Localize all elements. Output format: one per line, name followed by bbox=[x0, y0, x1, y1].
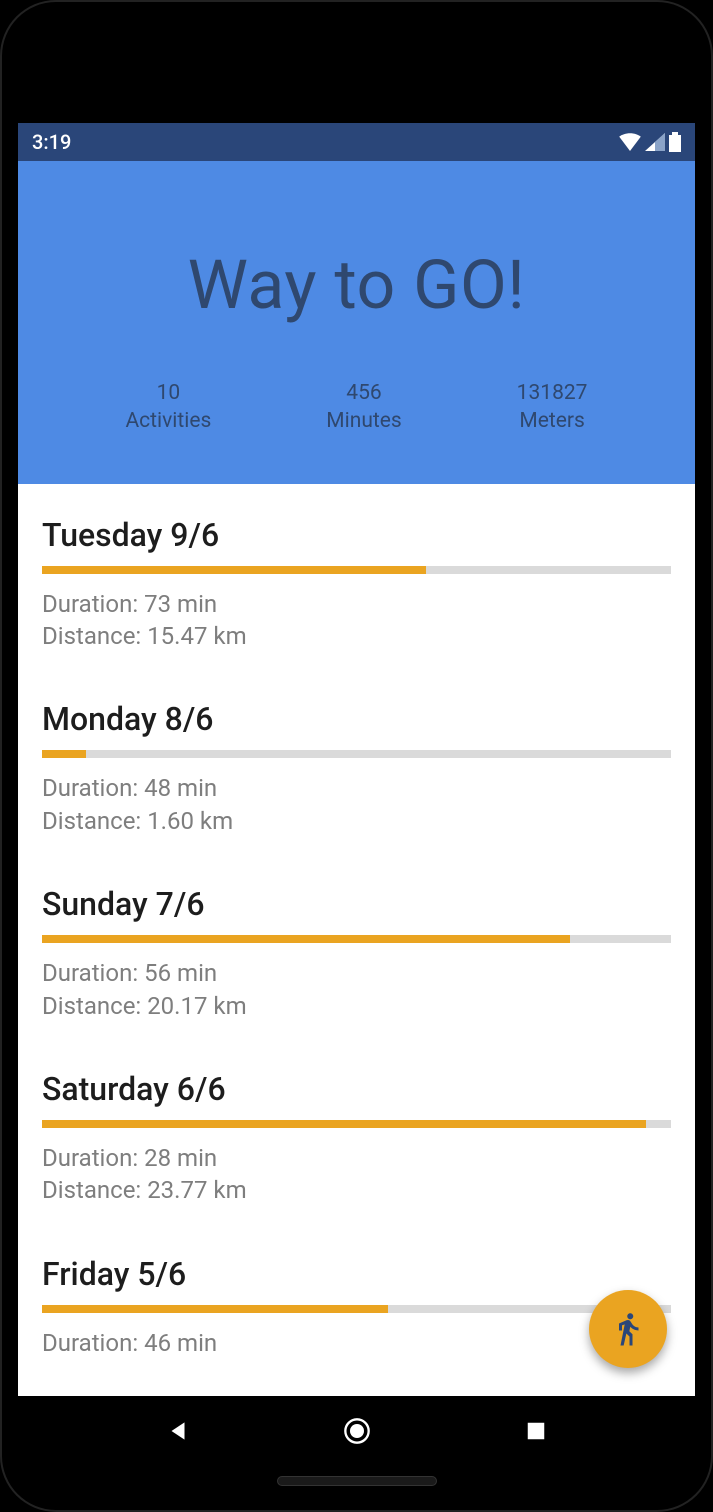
activity-item[interactable]: Monday 8/6 Duration: 48 minDistance: 1.60… bbox=[42, 672, 671, 857]
activity-distance: Distance: 20.17 km bbox=[42, 990, 671, 1022]
wifi-icon bbox=[619, 133, 641, 151]
square-recent-icon bbox=[525, 1420, 547, 1442]
activity-title: Tuesday 9/6 bbox=[42, 516, 671, 554]
activity-distance: Distance: 15.47 km bbox=[42, 620, 671, 652]
activity-title: Saturday 6/6 bbox=[42, 1070, 671, 1108]
activity-duration: Duration: 46 min bbox=[42, 1327, 671, 1359]
progress-bar-fill bbox=[42, 935, 570, 943]
phone-frame: 3:19 Way to GO! 10 Activities 456 Minute… bbox=[0, 0, 713, 1512]
activity-item[interactable]: Saturday 6/6 Duration: 28 minDistance: 23… bbox=[42, 1042, 671, 1227]
progress-bar-fill bbox=[42, 566, 426, 574]
progress-bar bbox=[42, 1120, 671, 1128]
activity-distance: Distance: 1.60 km bbox=[42, 805, 671, 837]
activity-title: Friday 5/6 bbox=[42, 1255, 671, 1293]
status-time: 3:19 bbox=[32, 130, 71, 154]
progress-bar bbox=[42, 750, 671, 758]
stat-value: 10 bbox=[125, 379, 211, 407]
progress-bar bbox=[42, 1305, 671, 1313]
activity-duration: Duration: 28 min bbox=[42, 1142, 671, 1174]
battery-icon bbox=[669, 132, 681, 152]
summary-header: Way to GO! 10 Activities 456 Minutes 131… bbox=[18, 161, 695, 484]
activity-item[interactable]: Sunday 7/6 Duration: 56 minDistance: 20.1… bbox=[42, 857, 671, 1042]
app-screen: Way to GO! 10 Activities 456 Minutes 131… bbox=[18, 161, 695, 1396]
activity-duration: Duration: 48 min bbox=[42, 772, 671, 804]
triangle-back-icon bbox=[165, 1418, 191, 1444]
signal-icon bbox=[645, 133, 665, 151]
activity-title: Monday 8/6 bbox=[42, 700, 671, 738]
stat-meters: 131827 Meters bbox=[517, 379, 588, 436]
stat-label: Meters bbox=[517, 407, 588, 435]
activity-duration: Duration: 56 min bbox=[42, 957, 671, 989]
circle-home-icon bbox=[343, 1417, 371, 1445]
run-icon bbox=[610, 1311, 646, 1347]
header-title: Way to GO! bbox=[38, 245, 675, 325]
activity-item[interactable]: Tuesday 9/6 Duration: 73 minDistance: 15.… bbox=[42, 488, 671, 673]
nav-back-button[interactable] bbox=[161, 1414, 195, 1448]
activity-list[interactable]: Tuesday 9/6 Duration: 73 minDistance: 15.… bbox=[18, 484, 695, 1396]
stat-value: 456 bbox=[326, 379, 401, 407]
nav-home-button[interactable] bbox=[340, 1414, 374, 1448]
progress-bar bbox=[42, 566, 671, 574]
bezel bbox=[18, 18, 695, 123]
speaker-bottom bbox=[277, 1476, 437, 1486]
start-activity-fab[interactable] bbox=[589, 1290, 667, 1368]
activity-duration: Duration: 73 min bbox=[42, 588, 671, 620]
stat-label: Minutes bbox=[326, 407, 401, 435]
activity-item[interactable]: Friday 5/6 Duration: 46 min bbox=[42, 1227, 671, 1379]
stat-label: Activities bbox=[125, 407, 211, 435]
android-nav-bar bbox=[18, 1396, 695, 1466]
header-stats: 10 Activities 456 Minutes 131827 Meters bbox=[38, 379, 675, 436]
activity-distance: Distance: 23.77 km bbox=[42, 1174, 671, 1206]
nav-recent-button[interactable] bbox=[519, 1414, 553, 1448]
progress-bar-fill bbox=[42, 1305, 388, 1313]
progress-bar bbox=[42, 935, 671, 943]
stat-value: 131827 bbox=[517, 379, 588, 407]
progress-bar-fill bbox=[42, 1120, 646, 1128]
status-bar: 3:19 bbox=[18, 123, 695, 161]
progress-bar-fill bbox=[42, 750, 86, 758]
stat-minutes: 456 Minutes bbox=[326, 379, 401, 436]
activity-title: Sunday 7/6 bbox=[42, 885, 671, 923]
stat-activities: 10 Activities bbox=[125, 379, 211, 436]
status-icons bbox=[619, 132, 681, 152]
